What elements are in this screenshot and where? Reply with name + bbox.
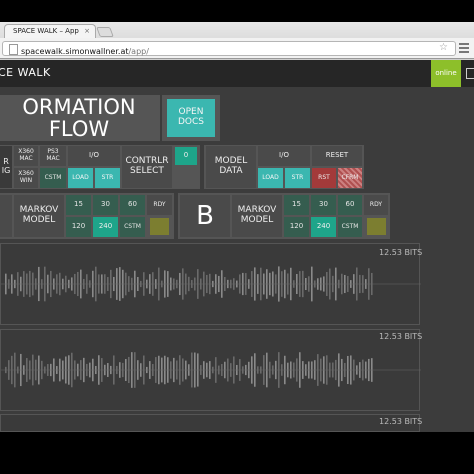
io-label-right: I/O [258,146,310,166]
b-rate-30[interactable]: 30 [311,195,336,215]
tab-title: SPACE WALK – App [13,27,79,35]
partial-config-button[interactable]: R IG [0,146,12,188]
model-load-button[interactable]: LOAD [258,168,283,188]
b-rate-240[interactable]: 240 [311,217,336,237]
b-rate-15[interactable]: 15 [284,195,309,215]
a-rate-240[interactable]: 240 [93,217,118,237]
b-rate-60[interactable]: 60 [338,195,362,215]
reset-label: RESET [312,146,362,166]
entropy-viz-3 [0,414,420,432]
bits-label-1: 12.53 BITS [379,248,423,257]
b-rate-120[interactable]: 120 [284,217,309,237]
a-rdy-label: RDY [147,195,172,215]
entropy-viz-2-bars [1,352,421,388]
a-rate-30[interactable]: 30 [93,195,118,215]
markov-model-a-label: MARKOV MODEL [14,195,64,237]
load-button[interactable]: LOAD [68,168,93,188]
cstm-button[interactable]: CSTM [40,168,66,188]
model-str-button[interactable]: STR [285,168,310,188]
io-label-left: I/O [68,146,120,166]
markov-model-a-text: MARKOV MODEL [19,205,59,225]
browser-menu-icon[interactable] [459,43,469,53]
markov-model-b-label: MARKOV MODEL [232,195,282,237]
markov-model-b-text: MARKOV MODEL [237,205,277,225]
a-rate-120[interactable]: 120 [66,217,91,237]
cfrm-button[interactable]: CFRM [338,168,362,188]
fullscreen-icon[interactable] [466,68,474,79]
x360-win-button[interactable]: X360 WIN [14,168,38,188]
bits-label-2: 12.53 BITS [379,332,423,341]
ps3-mac-button[interactable]: PS3 MAC [40,146,66,166]
controller-indicator: 0 [175,147,197,165]
model-data-label: MODEL DATA [206,146,256,188]
online-status-badge: online [431,60,461,87]
url-host: spacewalk.simonwallner.at [21,47,129,56]
model-data-text: MODEL DATA [214,156,248,176]
open-docs-button[interactable]: OPEN DOCS [167,99,215,137]
a-rate-cstm[interactable]: CSTM [120,217,145,237]
tab-close-icon[interactable]: × [84,27,90,35]
address-bar[interactable]: spacewalk.simonwallner.at/app/ [2,41,456,56]
b-rate-cstm[interactable]: CSTM [338,217,362,237]
bottom-letterbox [0,432,474,474]
entropy-viz-1-bars [1,266,421,302]
entropy-viz-2 [0,329,421,411]
a-rdy-indicator [150,218,169,235]
a-rate-60[interactable]: 60 [120,195,145,215]
b-rdy-indicator [367,218,386,235]
rst-button[interactable]: RST [312,168,336,188]
x360-win-label: X360 WIN [18,170,34,184]
controller-select-button[interactable]: CONTRLR SELECT [122,146,172,188]
browser-tab[interactable]: SPACE WALK – App × [4,24,96,38]
markov-a-partial [0,195,12,237]
bookmark-star-icon[interactable]: ☆ [439,42,448,53]
entropy-viz-1 [0,243,421,325]
page-title: ORMATION FLOW [22,94,136,141]
str-button[interactable]: STR [95,168,120,188]
controller-select-label: CONTRLR SELECT [125,156,169,176]
page-icon [9,44,18,55]
app-brand: CE WALK [0,66,51,79]
ps3-mac-label: PS3 MAC [46,148,60,162]
b-rdy-label: RDY [364,195,388,215]
x360-mac-button[interactable]: X360 MAC [14,146,38,166]
app-topbar [0,60,474,87]
x360-mac-label: X360 MAC [18,148,34,162]
partial-config-label: R IG [1,157,11,175]
url-path: /app/ [128,47,149,56]
bits-label-3: 12.53 BITS [379,417,423,426]
b-letter: B [180,195,230,237]
a-rate-15[interactable]: 15 [66,195,91,215]
